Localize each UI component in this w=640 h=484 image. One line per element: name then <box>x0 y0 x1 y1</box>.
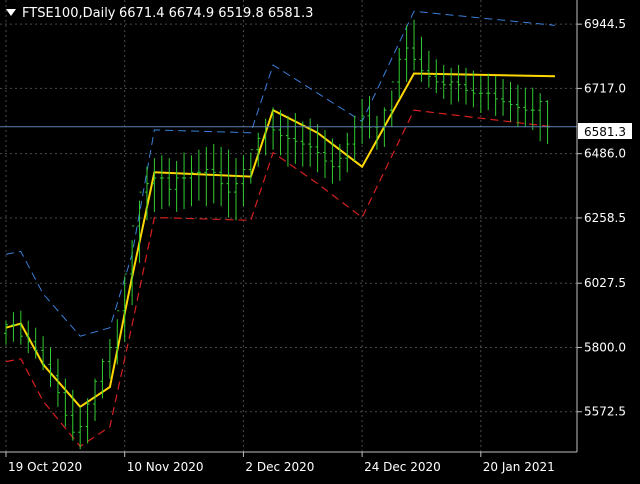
chart-symbol-label: FTSE100,Daily <box>22 6 116 21</box>
price-tick-label: 6717.0 <box>584 81 626 95</box>
time-tick-label: 24 Dec 2020 <box>364 460 441 474</box>
price-tick-label: 6258.5 <box>584 211 626 225</box>
time-tick-label: 2 Dec 2020 <box>245 460 314 474</box>
current-price-label: 6581.3 <box>584 125 626 139</box>
ohlc-readout: 6671.4 6674.9 6519.8 6581.3 <box>119 6 313 21</box>
price-tick-label: 5572.5 <box>584 405 626 419</box>
trading-chart-window[interactable]: 6944.5 6717.0 6486.0 6258.5 6027.5 5800.0 5572… <box>0 0 640 480</box>
time-tick-label: 10 Nov 2020 <box>127 460 204 474</box>
price-tick-label: 6027.5 <box>584 276 626 290</box>
price-tick-label: 5800.0 <box>584 340 626 354</box>
time-tick-label: 20 Jan 2021 <box>483 460 555 474</box>
price-tick-label: 6944.5 <box>584 17 626 31</box>
price-chart[interactable]: 6944.5 6717.0 6486.0 6258.5 6027.5 5800.0 5572… <box>0 0 640 480</box>
time-tick-label: 19 Oct 2020 <box>8 460 82 474</box>
price-tick-label: 6486.0 <box>584 147 626 161</box>
chart-background <box>0 0 640 480</box>
